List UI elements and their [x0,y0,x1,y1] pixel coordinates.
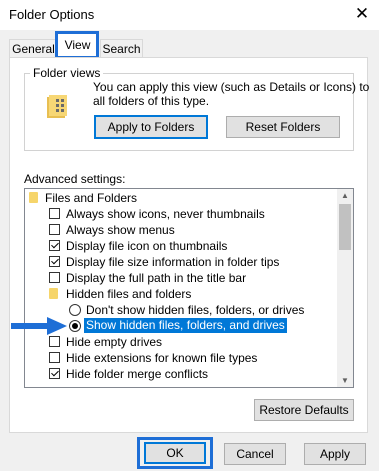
folder-views-desc-2: all folders of this type. [93,94,210,108]
folder-views-desc-1: You can apply this view (such as Details… [93,80,370,94]
folder-view-icon [45,92,71,120]
checkbox[interactable] [49,352,60,363]
folder-icon [29,192,38,203]
tab-view-highlight [55,31,99,59]
checkbox-checked[interactable] [49,368,60,379]
apply-button[interactable]: Apply [304,443,366,465]
checkbox-checked[interactable] [49,256,60,267]
folder-icon [49,288,58,299]
checkbox[interactable] [49,208,60,219]
scroll-down-icon[interactable]: ▼ [339,376,351,386]
ok-highlight [137,437,213,469]
advanced-settings-label: Advanced settings: [24,172,126,186]
radio[interactable] [69,304,81,316]
scrollbar-thumb[interactable] [339,204,351,250]
reset-folders-button[interactable]: Reset Folders [226,116,340,138]
close-button[interactable]: ✕ [350,3,374,25]
radio-selected[interactable] [69,320,81,332]
checkbox[interactable] [49,336,60,347]
folder-views-label: Folder views [30,66,104,80]
scroll-up-icon[interactable]: ▲ [339,191,351,201]
close-icon: ✕ [354,4,370,23]
restore-defaults-button[interactable]: Restore Defaults [254,399,354,421]
apply-to-folders-button[interactable]: Apply to Folders [94,115,208,139]
checkbox-checked[interactable] [49,240,60,251]
tab-general[interactable]: General [9,39,58,58]
tab-search[interactable]: Search [100,39,143,58]
window-title: Folder Options [9,7,95,22]
cancel-button[interactable]: Cancel [224,443,286,465]
checkbox[interactable] [49,272,60,283]
arrow-annotation-icon [11,317,67,335]
advanced-settings-list[interactable]: Files and Folders Always show icons, nev… [24,188,354,388]
checkbox[interactable] [49,224,60,235]
